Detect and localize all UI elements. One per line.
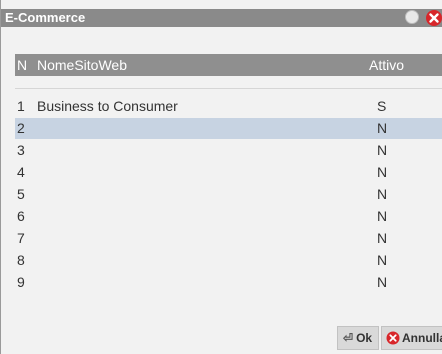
column-header-n[interactable]: N — [17, 57, 27, 73]
enter-return-icon: ⏎ — [343, 331, 354, 345]
cell-attivo: N — [377, 164, 388, 180]
cell-attivo: N — [377, 230, 388, 246]
table-row[interactable]: 2N — [15, 118, 442, 139]
ok-button[interactable]: ⏎ Ok — [337, 326, 379, 350]
cell-n: 7 — [17, 230, 25, 246]
table-row[interactable]: 4N — [15, 162, 442, 183]
cell-attivo: N — [377, 274, 388, 290]
table-row[interactable]: 3N — [15, 140, 442, 161]
cell-n: 5 — [17, 186, 25, 202]
cell-attivo: S — [377, 98, 387, 114]
cell-n: 6 — [17, 208, 25, 224]
ok-button-label: Ok — [356, 331, 373, 345]
cell-n: 1 — [17, 98, 25, 114]
cell-attivo: N — [377, 252, 388, 268]
table-row[interactable]: 5N — [15, 184, 442, 205]
cancel-icon — [386, 331, 400, 345]
ecommerce-window: E-Commerce N NomeSitoWeb Attivo 1 Busines… — [0, 0, 442, 354]
cancel-button[interactable]: Annulla — [381, 326, 442, 350]
table-row[interactable]: 1 Business to Consumer S — [15, 96, 442, 117]
table-row[interactable]: 9N — [15, 272, 442, 293]
table-row[interactable]: 7N — [15, 228, 442, 249]
grid-header: N NomeSitoWeb Attivo — [15, 54, 442, 76]
window-title: E-Commerce — [5, 10, 86, 25]
cell-n: 4 — [17, 164, 25, 180]
cell-attivo: N — [377, 186, 388, 202]
table-row[interactable]: 8N — [15, 250, 442, 271]
header-divider — [15, 88, 442, 89]
cell-attivo: N — [377, 120, 388, 136]
cancel-button-label: Annulla — [402, 331, 442, 345]
cell-n: 9 — [17, 274, 25, 290]
cell-n: 2 — [17, 120, 25, 136]
column-header-attivo[interactable]: Attivo — [369, 57, 404, 73]
close-icon[interactable] — [425, 9, 442, 27]
cell-attivo: N — [377, 142, 388, 158]
table-row[interactable]: 6N — [15, 206, 442, 227]
cell-attivo: N — [377, 208, 388, 224]
cell-n: 8 — [17, 252, 25, 268]
cell-n: 3 — [17, 142, 25, 158]
cell-nomesitoweb: Business to Consumer — [37, 98, 178, 114]
column-header-nomesitoweb[interactable]: NomeSitoWeb — [37, 57, 127, 73]
title-bar: E-Commerce — [1, 9, 442, 27]
minimize-circle-icon[interactable] — [405, 10, 419, 24]
